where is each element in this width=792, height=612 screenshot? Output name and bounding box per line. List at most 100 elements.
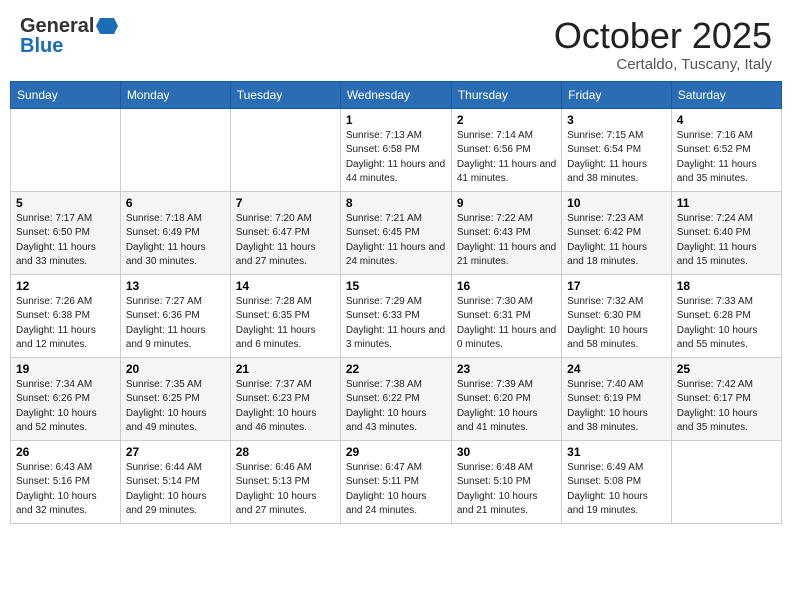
calendar-cell: 13 Sunrise: 7:27 AM Sunset: 6:36 PM Dayli…: [120, 274, 230, 357]
day-info: Sunrise: 7:42 AM Sunset: 6:17 PM Dayligh…: [677, 378, 776, 436]
month-title: October 2025: [554, 16, 772, 56]
day-number: 10: [567, 196, 666, 210]
day-info: Sunrise: 7:23 AM Sunset: 6:42 PM Dayligh…: [567, 212, 666, 270]
calendar-cell: 29Sunrise: 6:47 AM Sunset: 5:11 PM Dayli…: [340, 440, 451, 523]
calendar-cell: 11 Sunrise: 7:24 AM Sunset: 6:40 PM Dayli…: [671, 191, 781, 274]
page-header: General Blue October 2025 Certaldo, Tusc…: [10, 10, 782, 73]
calendar-cell: 3Sunrise: 7:15 AM Sunset: 6:54 PM Daylig…: [562, 108, 672, 191]
day-number: 27: [126, 445, 225, 459]
calendar-cell: 18Sunrise: 7:33 AM Sunset: 6:28 PM Dayli…: [671, 274, 781, 357]
day-number: 11: [677, 196, 776, 210]
calendar-table: SundayMondayTuesdayWednesdayThursdayFrid…: [10, 81, 782, 524]
day-info: Sunrise: 7:34 AM Sunset: 6:26 PM Dayligh…: [16, 378, 115, 436]
calendar-cell: 9Sunrise: 7:22 AM Sunset: 6:43 PM Daylig…: [451, 191, 561, 274]
day-info: Sunrise: 6:48 AM Sunset: 5:10 PM Dayligh…: [457, 461, 556, 519]
day-number: 13: [126, 279, 225, 293]
calendar-cell: 19 Sunrise: 7:34 AM Sunset: 6:26 PM Dayli…: [11, 357, 121, 440]
calendar-header-row: SundayMondayTuesdayWednesdayThursdayFrid…: [11, 81, 782, 108]
calendar-cell: 26 Sunrise: 6:43 AM Sunset: 5:16 PM Dayli…: [11, 440, 121, 523]
day-header-sunday: Sunday: [11, 81, 121, 108]
day-header-friday: Friday: [562, 81, 672, 108]
day-info: Sunrise: 7:29 AM Sunset: 6:33 PM Dayligh…: [346, 295, 446, 353]
calendar-cell: 17Sunrise: 7:32 AM Sunset: 6:30 PM Dayli…: [562, 274, 672, 357]
logo: General Blue: [20, 16, 118, 56]
logo-icon: [96, 17, 118, 35]
day-number: 14: [236, 279, 335, 293]
day-info: Sunrise: 7:40 AM Sunset: 6:19 PM Dayligh…: [567, 378, 666, 436]
calendar-cell: [230, 108, 340, 191]
calendar-cell: 2 Sunrise: 7:14 AM Sunset: 6:56 PM Daylig…: [451, 108, 561, 191]
day-info: Sunrise: 7:22 AM Sunset: 6:43 PM Dayligh…: [457, 212, 556, 270]
day-info: Sunrise: 7:39 AM Sunset: 6:20 PM Dayligh…: [457, 378, 556, 436]
day-number: 7: [236, 196, 335, 210]
calendar-cell: 21 Sunrise: 7:37 AM Sunset: 6:23 PM Dayli…: [230, 357, 340, 440]
day-number: 22: [346, 362, 446, 376]
day-info: Sunrise: 7:27 AM Sunset: 6:36 PM Dayligh…: [126, 295, 225, 353]
day-number: 4: [677, 113, 776, 127]
calendar-cell: 16Sunrise: 7:30 AM Sunset: 6:31 PM Dayli…: [451, 274, 561, 357]
day-header-thursday: Thursday: [451, 81, 561, 108]
calendar-cell: 15Sunrise: 7:29 AM Sunset: 6:33 PM Dayli…: [340, 274, 451, 357]
day-number: 8: [346, 196, 446, 210]
day-info: Sunrise: 7:35 AM Sunset: 6:25 PM Dayligh…: [126, 378, 225, 436]
day-info: Sunrise: 7:13 AM Sunset: 6:58 PM Dayligh…: [346, 129, 446, 187]
day-info: Sunrise: 6:49 AM Sunset: 5:08 PM Dayligh…: [567, 461, 666, 519]
day-header-monday: Monday: [120, 81, 230, 108]
title-block: October 2025 Certaldo, Tuscany, Italy: [554, 16, 772, 73]
calendar-cell: 25 Sunrise: 7:42 AM Sunset: 6:17 PM Dayli…: [671, 357, 781, 440]
day-number: 3: [567, 113, 666, 127]
day-info: Sunrise: 7:28 AM Sunset: 6:35 PM Dayligh…: [236, 295, 335, 353]
day-number: 21: [236, 362, 335, 376]
day-number: 28: [236, 445, 335, 459]
day-number: 31: [567, 445, 666, 459]
day-number: 18: [677, 279, 776, 293]
day-header-wednesday: Wednesday: [340, 81, 451, 108]
day-info: Sunrise: 7:18 AM Sunset: 6:49 PM Dayligh…: [126, 212, 225, 270]
day-info: Sunrise: 7:24 AM Sunset: 6:40 PM Dayligh…: [677, 212, 776, 270]
calendar-week-row: 1 Sunrise: 7:13 AM Sunset: 6:58 PM Daylig…: [11, 108, 782, 191]
day-number: 29: [346, 445, 446, 459]
location-text: Certaldo, Tuscany, Italy: [554, 56, 772, 73]
day-info: Sunrise: 7:30 AM Sunset: 6:31 PM Dayligh…: [457, 295, 556, 353]
day-number: 26: [16, 445, 115, 459]
calendar-cell: 12Sunrise: 7:26 AM Sunset: 6:38 PM Dayli…: [11, 274, 121, 357]
calendar-cell: [120, 108, 230, 191]
day-info: Sunrise: 7:14 AM Sunset: 6:56 PM Dayligh…: [457, 129, 556, 187]
calendar-week-row: 5 Sunrise: 7:17 AM Sunset: 6:50 PM Daylig…: [11, 191, 782, 274]
day-number: 23: [457, 362, 556, 376]
calendar-week-row: 19 Sunrise: 7:34 AM Sunset: 6:26 PM Dayli…: [11, 357, 782, 440]
day-info: Sunrise: 7:37 AM Sunset: 6:23 PM Dayligh…: [236, 378, 335, 436]
day-number: 2: [457, 113, 556, 127]
day-info: Sunrise: 7:38 AM Sunset: 6:22 PM Dayligh…: [346, 378, 446, 436]
day-number: 25: [677, 362, 776, 376]
day-info: Sunrise: 7:21 AM Sunset: 6:45 PM Dayligh…: [346, 212, 446, 270]
day-info: Sunrise: 6:43 AM Sunset: 5:16 PM Dayligh…: [16, 461, 115, 519]
calendar-cell: 5 Sunrise: 7:17 AM Sunset: 6:50 PM Daylig…: [11, 191, 121, 274]
calendar-week-row: 12Sunrise: 7:26 AM Sunset: 6:38 PM Dayli…: [11, 274, 782, 357]
calendar-cell: 14 Sunrise: 7:28 AM Sunset: 6:35 PM Dayli…: [230, 274, 340, 357]
calendar-cell: 7 Sunrise: 7:20 AM Sunset: 6:47 PM Daylig…: [230, 191, 340, 274]
calendar-cell: 22 Sunrise: 7:38 AM Sunset: 6:22 PM Dayli…: [340, 357, 451, 440]
day-number: 24: [567, 362, 666, 376]
day-number: 19: [16, 362, 115, 376]
calendar-cell: 24 Sunrise: 7:40 AM Sunset: 6:19 PM Dayli…: [562, 357, 672, 440]
calendar-cell: 6 Sunrise: 7:18 AM Sunset: 6:49 PM Daylig…: [120, 191, 230, 274]
day-number: 20: [126, 362, 225, 376]
day-number: 1: [346, 113, 446, 127]
calendar-cell: 1 Sunrise: 7:13 AM Sunset: 6:58 PM Daylig…: [340, 108, 451, 191]
day-number: 12: [16, 279, 115, 293]
logo-general-text: General: [20, 16, 94, 36]
calendar-cell: 8 Sunrise: 7:21 AM Sunset: 6:45 PM Daylig…: [340, 191, 451, 274]
day-info: Sunrise: 7:32 AM Sunset: 6:30 PM Dayligh…: [567, 295, 666, 353]
day-info: Sunrise: 6:44 AM Sunset: 5:14 PM Dayligh…: [126, 461, 225, 519]
calendar-cell: 28Sunrise: 6:46 AM Sunset: 5:13 PM Dayli…: [230, 440, 340, 523]
day-header-saturday: Saturday: [671, 81, 781, 108]
calendar-cell: 23 Sunrise: 7:39 AM Sunset: 6:20 PM Dayli…: [451, 357, 561, 440]
day-info: Sunrise: 7:16 AM Sunset: 6:52 PM Dayligh…: [677, 129, 776, 187]
day-number: 5: [16, 196, 115, 210]
day-info: Sunrise: 7:20 AM Sunset: 6:47 PM Dayligh…: [236, 212, 335, 270]
day-number: 6: [126, 196, 225, 210]
day-info: Sunrise: 7:17 AM Sunset: 6:50 PM Dayligh…: [16, 212, 115, 270]
calendar-cell: 30Sunrise: 6:48 AM Sunset: 5:10 PM Dayli…: [451, 440, 561, 523]
day-header-tuesday: Tuesday: [230, 81, 340, 108]
